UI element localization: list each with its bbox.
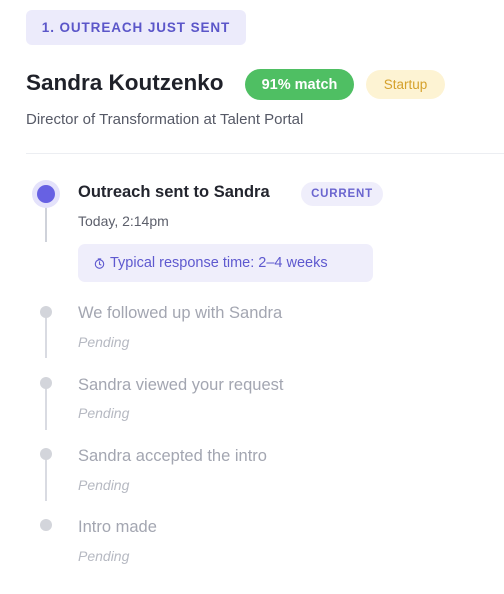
event-status: Pending: [78, 477, 130, 493]
event-title-pending: Sandra viewed your request: [78, 376, 284, 394]
timeline-dot-pending: [40, 519, 52, 531]
profile-name: Sandra Koutzenko: [26, 70, 224, 95]
event-title-pending: Sandra accepted the intro: [78, 447, 267, 465]
event-status: Pending: [78, 405, 130, 421]
timeline-dot-current: [37, 185, 55, 203]
event-status: Pending: [78, 548, 130, 564]
event-title-pending: We followed up with Sandra: [78, 304, 283, 322]
timeline-rail: [45, 316, 47, 358]
timeline-dot-pending: [40, 377, 52, 389]
response-time-info: Typical response time: 2–4 weeks: [78, 244, 373, 282]
divider: [26, 153, 504, 154]
match-badge: 91% match: [245, 69, 354, 100]
timeline-rail: [45, 459, 47, 501]
stage-badge: Startup: [366, 70, 445, 99]
timeline-rail: [45, 388, 47, 430]
current-tag: CURRENT: [301, 182, 383, 206]
event-status: Pending: [78, 334, 130, 350]
event-title-pending: Intro made: [78, 518, 157, 536]
profile-role: Director of Transformation at Talent Por…: [26, 111, 304, 128]
event-time: Today, 2:14pm: [78, 213, 169, 229]
step-label: 1. OUTREACH JUST SENT: [26, 10, 246, 45]
clock-icon: [94, 257, 105, 269]
timeline-rail: [45, 202, 47, 242]
response-time-label: Typical response time: 2–4 weeks: [110, 255, 328, 271]
timeline-dot-pending: [40, 448, 52, 460]
timeline-dot-pending: [40, 306, 52, 318]
event-title-current: Outreach sent to Sandra: [78, 183, 270, 201]
